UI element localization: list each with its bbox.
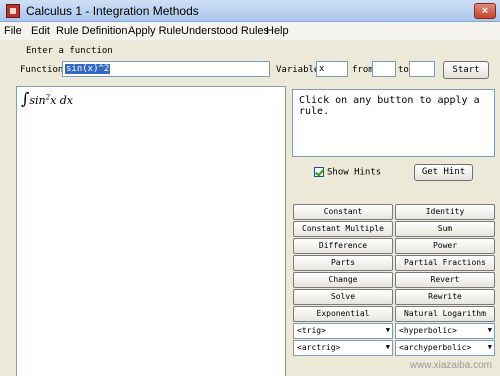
enter-function-label: Enter a function <box>26 46 113 56</box>
rule-exponential-button[interactable]: Exponential <box>293 306 393 322</box>
arctrig-dropdown[interactable]: <arctrig> ▼ <box>293 340 393 356</box>
chevron-down-icon: ▼ <box>385 343 390 351</box>
rule-natural-logarithm-button[interactable]: Natural Logarithm <box>395 306 495 322</box>
chevron-down-icon: ▼ <box>385 326 390 334</box>
menu-file[interactable]: File <box>4 25 22 37</box>
menu-understood-rules[interactable]: Understood Rules <box>181 25 269 37</box>
hyperbolic-dropdown-value: <hyperbolic> <box>399 326 457 335</box>
app-icon <box>6 4 20 18</box>
rule-constant-button[interactable]: Constant <box>293 204 393 220</box>
archyperbolic-dropdown-value: <archyperbolic> <box>399 343 472 352</box>
rule-difference-button[interactable]: Difference <box>293 238 393 254</box>
from-input[interactable] <box>372 61 396 77</box>
to-label: to <box>398 65 409 75</box>
start-button[interactable]: Start <box>443 61 489 79</box>
chevron-down-icon: ▼ <box>487 326 492 334</box>
rule-rewrite-button[interactable]: Rewrite <box>395 289 495 305</box>
menu-help[interactable]: Help <box>266 25 289 37</box>
menu-rule-definition[interactable]: Rule Definition <box>56 25 128 37</box>
hint-message-box: Click on any button to apply a rule. <box>292 89 495 157</box>
title-bar: Calculus 1 - Integration Methods × <box>0 0 500 22</box>
from-label: from <box>352 65 374 75</box>
rule-constant-multiple-button[interactable]: Constant Multiple <box>293 221 393 237</box>
menu-apply-rule[interactable]: Apply Rule <box>128 25 181 37</box>
close-button[interactable]: × <box>474 3 496 19</box>
derivation-workspace[interactable]: ∫sin2x dx <box>16 86 286 376</box>
rule-sum-button[interactable]: Sum <box>395 221 495 237</box>
variable-label: Variable <box>276 65 320 75</box>
expr-function: sin <box>29 94 46 107</box>
menu-bar: File Edit Rule Definition Apply Rule Und… <box>0 22 500 40</box>
rule-solve-button[interactable]: Solve <box>293 289 393 305</box>
get-hint-button[interactable]: Get Hint <box>414 164 473 181</box>
rule-buttons-panel: Constant Identity Constant Multiple Sum … <box>293 204 495 356</box>
rule-identity-button[interactable]: Identity <box>395 204 495 220</box>
watermark: www.xiazaiba.com <box>409 360 492 371</box>
rule-partial-fractions-button[interactable]: Partial Fractions <box>395 255 495 271</box>
function-input-panel: Enter a function Function sin(x)^2 Varia… <box>0 40 500 82</box>
rule-revert-button[interactable]: Revert <box>395 272 495 288</box>
chevron-down-icon: ▼ <box>487 343 492 351</box>
rule-change-button[interactable]: Change <box>293 272 393 288</box>
variable-input[interactable]: x <box>316 61 348 77</box>
to-input[interactable] <box>409 61 435 77</box>
rule-power-button[interactable]: Power <box>395 238 495 254</box>
menu-edit[interactable]: Edit <box>31 25 50 37</box>
archyperbolic-dropdown[interactable]: <archyperbolic> ▼ <box>395 340 495 356</box>
show-hints-option[interactable]: Show Hints <box>314 167 381 179</box>
expr-rest: x dx <box>50 94 74 107</box>
rule-parts-button[interactable]: Parts <box>293 255 393 271</box>
trig-dropdown[interactable]: <trig> ▼ <box>293 323 393 339</box>
trig-dropdown-value: <trig> <box>297 326 326 335</box>
show-hints-label: Show Hints <box>327 167 382 178</box>
function-input-value: sin(x)^2 <box>65 64 111 74</box>
arctrig-dropdown-value: <arctrig> <box>297 343 341 352</box>
show-hints-checkbox[interactable] <box>314 167 324 177</box>
function-label: Function <box>20 65 64 75</box>
function-input[interactable]: sin(x)^2 <box>62 61 270 77</box>
window-title: Calculus 1 - Integration Methods <box>26 4 199 18</box>
hyperbolic-dropdown[interactable]: <hyperbolic> ▼ <box>395 323 495 339</box>
integral-expression[interactable]: ∫sin2x dx <box>21 89 73 108</box>
